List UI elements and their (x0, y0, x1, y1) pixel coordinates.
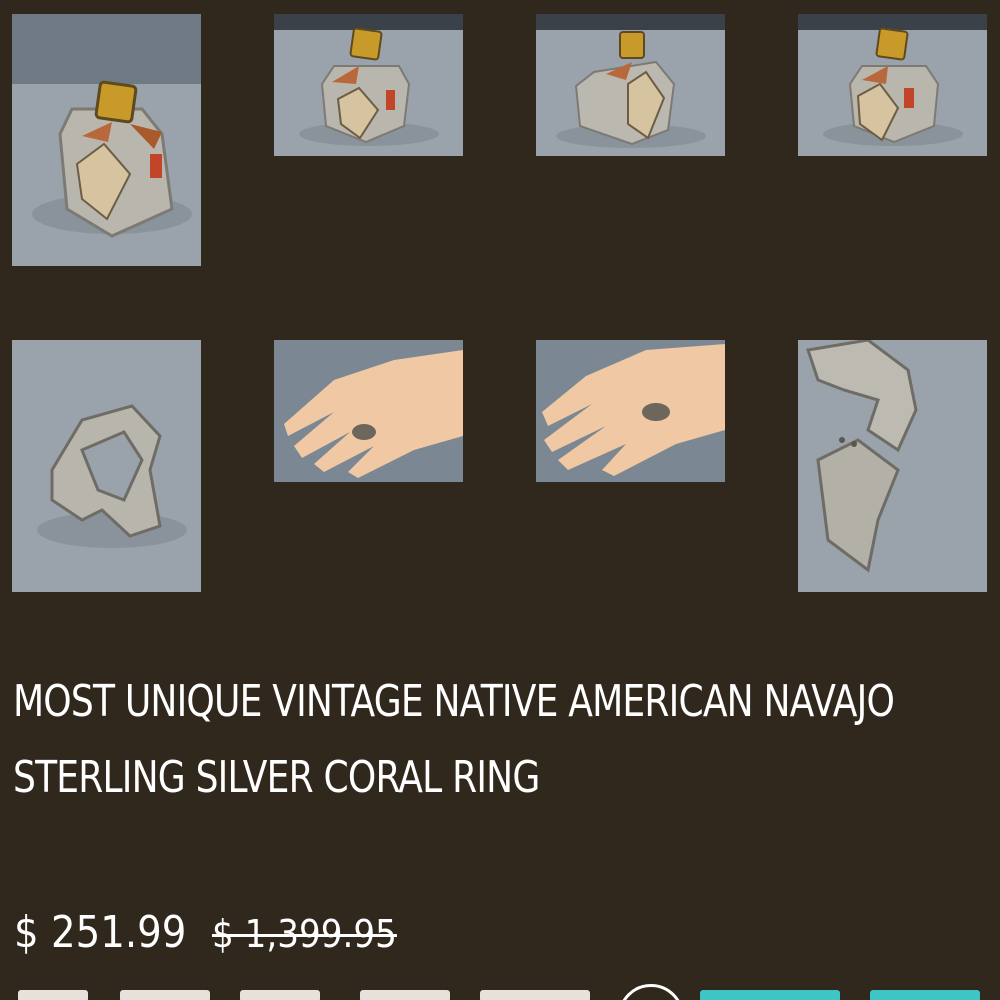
cut-off-text (360, 990, 450, 1000)
cut-off-text (18, 990, 88, 1000)
thumbnail-6[interactable] (274, 340, 463, 482)
ring-side-photo (536, 14, 725, 156)
ring-back-photo (12, 340, 201, 592)
product-page: MOST UNIQUE VINTAGE NATIVE AMERICAN NAVA… (0, 0, 1000, 1000)
ring-front-photo (798, 14, 987, 156)
ring-on-hand-photo (274, 340, 463, 482)
thumbnail-1[interactable] (12, 14, 201, 266)
cut-off-link[interactable] (870, 990, 980, 1000)
circle-logo-icon[interactable] (618, 984, 684, 1000)
cut-off-row (0, 982, 1000, 1000)
sale-price: $ 251.99 (14, 907, 187, 958)
cut-off-link[interactable] (700, 990, 840, 1000)
ring-on-hand-photo (536, 340, 725, 482)
thumbnail-4[interactable] (798, 14, 987, 156)
thumbnail-3[interactable] (536, 14, 725, 156)
regular-price: $ 1,399.95 (211, 912, 397, 956)
cut-off-text (480, 990, 590, 1000)
ring-front-photo (274, 14, 463, 156)
thumbnail-7[interactable] (536, 340, 725, 482)
cut-off-text (240, 990, 320, 1000)
ring-front-photo (12, 14, 201, 266)
ring-hallmark-photo (798, 340, 987, 592)
product-title: MOST UNIQUE VINTAGE NATIVE AMERICAN NAVA… (13, 676, 895, 803)
price-row: $ 251.99 $ 1,399.95 (14, 903, 417, 963)
thumbnail-2[interactable] (274, 14, 463, 156)
thumbnail-5[interactable] (12, 340, 201, 592)
thumbnail-8[interactable] (798, 340, 987, 592)
cut-off-text (120, 990, 210, 1000)
